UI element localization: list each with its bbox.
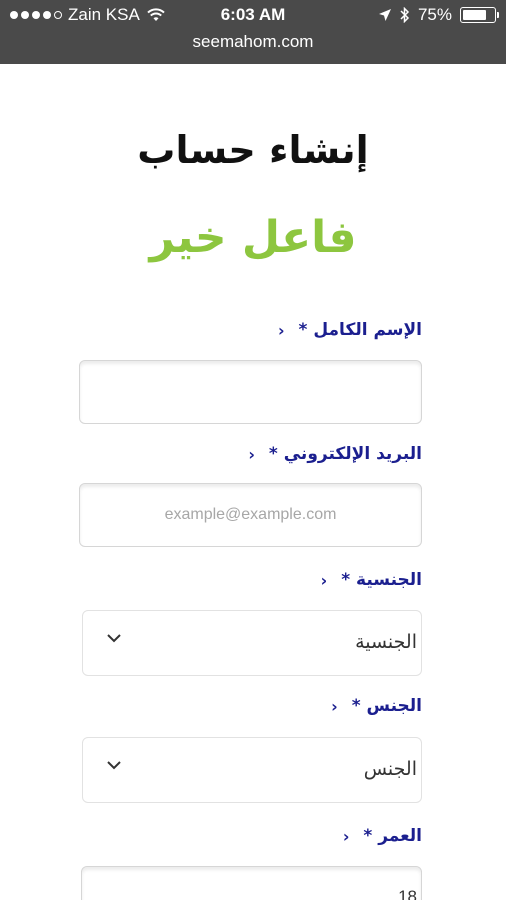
battery-icon xyxy=(460,7,499,23)
chevron-down-icon xyxy=(107,634,121,643)
address-bar[interactable]: seemahom.com xyxy=(0,32,506,52)
gender-label: الجنس * xyxy=(351,696,422,716)
age-label-row: العمر * ‹ xyxy=(343,826,422,846)
status-right: 75% xyxy=(378,5,499,25)
age-value: 18 xyxy=(398,887,417,900)
bluetooth-icon xyxy=(400,7,410,23)
location-arrow-icon xyxy=(378,9,391,21)
chevron-left-icon: ‹ xyxy=(342,826,350,846)
browser-top-bar: Zain KSA 6:03 AM 75% seemahom.com xyxy=(0,0,506,64)
full-name-label-row: الإسم الكامل * ‹ xyxy=(278,320,422,340)
full-name-label: الإسم الكامل * xyxy=(298,320,422,340)
gender-selected-value: الجنس xyxy=(363,758,417,780)
nationality-selected-value: الجنسية xyxy=(355,631,417,653)
full-name-field[interactable] xyxy=(79,360,422,424)
gender-label-row: الجنس * ‹ xyxy=(331,696,422,716)
brand-name: فاعل خير xyxy=(149,212,357,263)
battery-level xyxy=(463,10,486,20)
age-field[interactable]: 18 xyxy=(81,866,422,900)
chevron-down-icon xyxy=(107,761,121,770)
nationality-label: الجنسية * xyxy=(341,570,422,590)
chevron-left-icon: ‹ xyxy=(277,320,285,340)
gender-select[interactable]: الجنس xyxy=(82,737,422,803)
chevron-left-icon: ‹ xyxy=(320,570,328,590)
email-placeholder: example@example.com xyxy=(164,506,337,523)
status-bar: Zain KSA 6:03 AM 75% xyxy=(0,0,506,32)
nationality-select[interactable]: الجنسية xyxy=(82,610,422,676)
email-field[interactable]: example@example.com xyxy=(79,483,422,547)
page-title: إنشاء حساب xyxy=(137,128,369,172)
nationality-label-row: الجنسية * ‹ xyxy=(321,570,422,590)
chevron-left-icon: ‹ xyxy=(248,444,255,464)
email-label: البريد الإلكتروني * xyxy=(268,444,422,464)
chevron-left-icon: ‹ xyxy=(331,696,338,716)
email-label-row: البريد الإلكتروني * ‹ xyxy=(248,444,422,464)
age-label: العمر * xyxy=(363,826,422,846)
battery-percent: 75% xyxy=(417,5,452,24)
